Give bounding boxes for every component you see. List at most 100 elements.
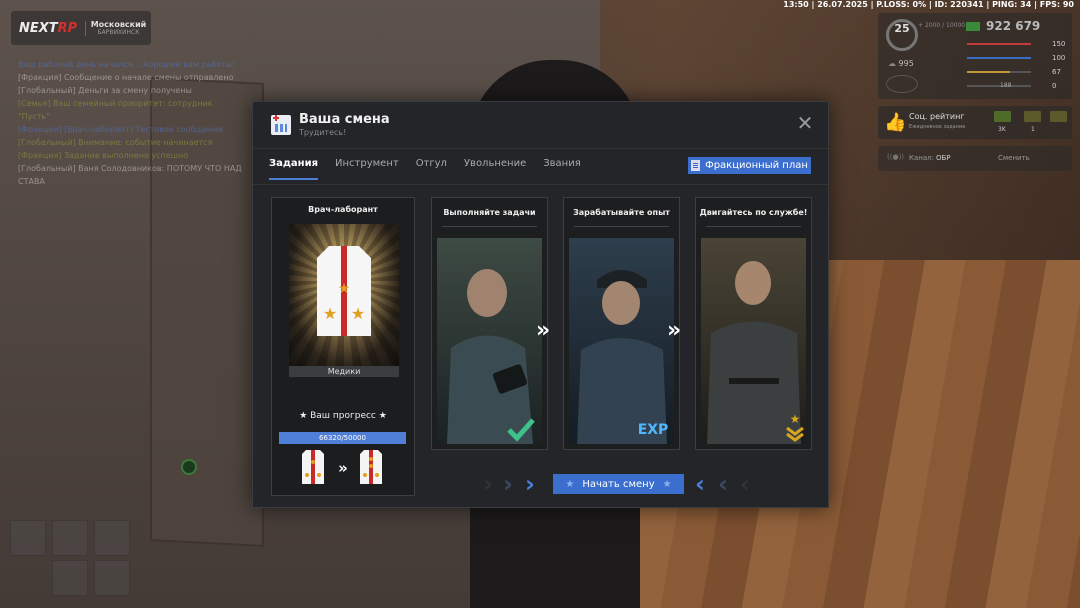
star-icon: ★ [565, 478, 575, 490]
heart-icon [886, 75, 918, 93]
bottom-stat-value: 188 [1000, 82, 1012, 89]
step-card-promotion: Двигайтесь по службе! ★ [695, 197, 812, 450]
step-divider [442, 226, 537, 227]
tabs-divider [253, 184, 828, 185]
rank-insignia-image: ★ ★ ★ [289, 224, 399, 366]
hospital-icon [271, 115, 291, 135]
document-icon [691, 160, 701, 171]
chevron-left-icon: ‹ [695, 470, 705, 498]
chat-line: [Фракция] [Врач-лаборант] Тестовое сообщ… [18, 125, 224, 134]
hotbar-slot[interactable] [10, 520, 46, 556]
tab-day-off[interactable]: Отгул [416, 158, 447, 180]
radio-icon: ((●)) [887, 153, 905, 161]
svg-text:»: » [338, 459, 348, 477]
chat-line: [Фракция] Задание выполнено успешно [18, 151, 189, 160]
map-marker-icon [181, 459, 197, 475]
next-arrow-icon: » [667, 318, 682, 343]
channel-label: Канал: [909, 154, 934, 162]
chevron-right-icon: › [525, 470, 535, 498]
progress-title: ★ Ваш прогресс ★ [299, 411, 387, 421]
top-status-line: 13:50 | 26.07.2025 | P.LOSS: 0% | ID: 22… [783, 0, 1074, 9]
step-title: Зарабатывайте опыт [573, 208, 670, 217]
hunger-bar [967, 71, 1031, 73]
svg-text:EXP: EXP [638, 422, 669, 438]
chat-line: Ваш рабочий день начался... Хорошей вам … [18, 60, 236, 69]
channel-change[interactable]: Сменить [998, 154, 1030, 162]
chat-line: СТАВА [18, 177, 45, 186]
svg-text:★: ★ [790, 412, 801, 426]
faction-name: Медики [289, 366, 399, 377]
next-rank-icon [360, 450, 382, 484]
step-image-commander: ★ [701, 238, 806, 444]
modal-subtitle: Трудитесь! [299, 128, 347, 137]
thirst-bar [967, 85, 1031, 87]
health-bar [967, 43, 1031, 45]
progress-bar: 66320/50000 [279, 432, 406, 444]
tab-dismissal[interactable]: Увольнение [464, 158, 526, 180]
faction-plan-button[interactable]: Фракционный план [688, 157, 811, 174]
server-name: Московский [90, 20, 147, 29]
hotbar-slot[interactable] [52, 560, 88, 596]
tab-tasks[interactable]: Задания [269, 158, 319, 180]
svg-text:★: ★ [338, 281, 351, 297]
chat-line: [Глобальный] Ваня Солодовников: ПОТОМУ Ч… [18, 164, 242, 173]
level-progress: + 2000 / 10000 [918, 22, 966, 29]
hotbar [10, 520, 135, 600]
chevron-right-icon: › [503, 470, 513, 498]
social-value-a: 3K [998, 126, 1006, 133]
start-shift-label: Начать смену [582, 478, 655, 490]
chat-line: "Пусть" [18, 112, 50, 121]
rank-upgrade-illustration: » [302, 450, 382, 484]
hunger-value: 67 [1052, 68, 1061, 76]
server-logo-panel: NEXTRP Московский БАРВИХИНСК [11, 11, 151, 45]
armor-value: 100 [1052, 54, 1066, 62]
svg-text:★: ★ [323, 304, 337, 323]
server-sub: БАРВИХИНСК [97, 29, 140, 36]
start-shift-button[interactable]: ★ Начать смену ★ [553, 474, 684, 494]
step-divider [574, 226, 669, 227]
epaulette-icon: ★ ★ ★ [317, 246, 371, 336]
close-icon[interactable]: ✕ [796, 113, 814, 133]
hotbar-slot[interactable] [94, 520, 130, 556]
rank-title: Врач-лаборант [308, 205, 378, 214]
reward-chip-icon [994, 111, 1011, 122]
chat-log: Ваш рабочий день начался... Хорошей вам … [18, 58, 258, 188]
step-title: Двигайтесь по службе! [699, 208, 808, 217]
progress-text: 66320/50000 [319, 434, 366, 442]
money-value: 922 679 [966, 19, 1040, 33]
channel-value: ОБР [936, 154, 951, 162]
modal-header: Ваша смена Трудитесь! ✕ [253, 102, 828, 149]
coins-text: 995 [898, 59, 914, 68]
current-rank-icon [302, 450, 324, 484]
modal-tabs: Задания Инструмент Отгул Увольнение Зван… [269, 158, 598, 180]
logo-text-left: NEXT [19, 20, 58, 36]
step-card-experience: Зарабатывайте опыт EXP [563, 197, 680, 450]
faction-plan-label: Фракционный план [705, 160, 808, 171]
thirst-value: 0 [1052, 82, 1057, 90]
svg-text:★: ★ [351, 304, 365, 323]
chevron-left-icon: ‹ [718, 470, 728, 498]
modal-title: Ваша смена [299, 112, 390, 127]
next-arrow-icon: » [536, 318, 551, 343]
social-value-b: 1 [1031, 126, 1035, 133]
tab-ranks[interactable]: Звания [543, 158, 581, 180]
armor-bar [967, 57, 1031, 59]
hotbar-slot[interactable] [52, 520, 88, 556]
chevron-right-icon: › [483, 470, 493, 498]
step-image-officer: EXP [569, 238, 674, 444]
step-title: Выполняйте задачи [443, 208, 536, 217]
tab-tool[interactable]: Инструмент [335, 158, 399, 180]
channel-panel[interactable]: ((●)) Канал: ОБР Сменить [878, 146, 1072, 171]
reward-chip-icon [1024, 111, 1041, 122]
step-image-worker [437, 238, 542, 444]
hotbar-slot[interactable] [94, 560, 130, 596]
rank-card: Врач-лаборант ★ ★ ★ Медики ★ Ваш прогрес… [271, 197, 415, 496]
social-rating-panel[interactable]: 👍 Соц. рейтинг Ежедневное задание 3K 1 [878, 106, 1072, 139]
server-info: Московский БАРВИХИНСК [86, 20, 151, 36]
star-icon: ★ [662, 478, 672, 490]
chevron-left-icon: ‹ [740, 470, 750, 498]
chat-line: [Фракция] Сообщение о начале смены отпра… [18, 73, 234, 82]
logo-text-right: RP [57, 20, 78, 36]
chat-line: [Глобальный] Внимание: событие начинаетс… [18, 138, 213, 147]
level-badge: 25 [886, 19, 918, 51]
